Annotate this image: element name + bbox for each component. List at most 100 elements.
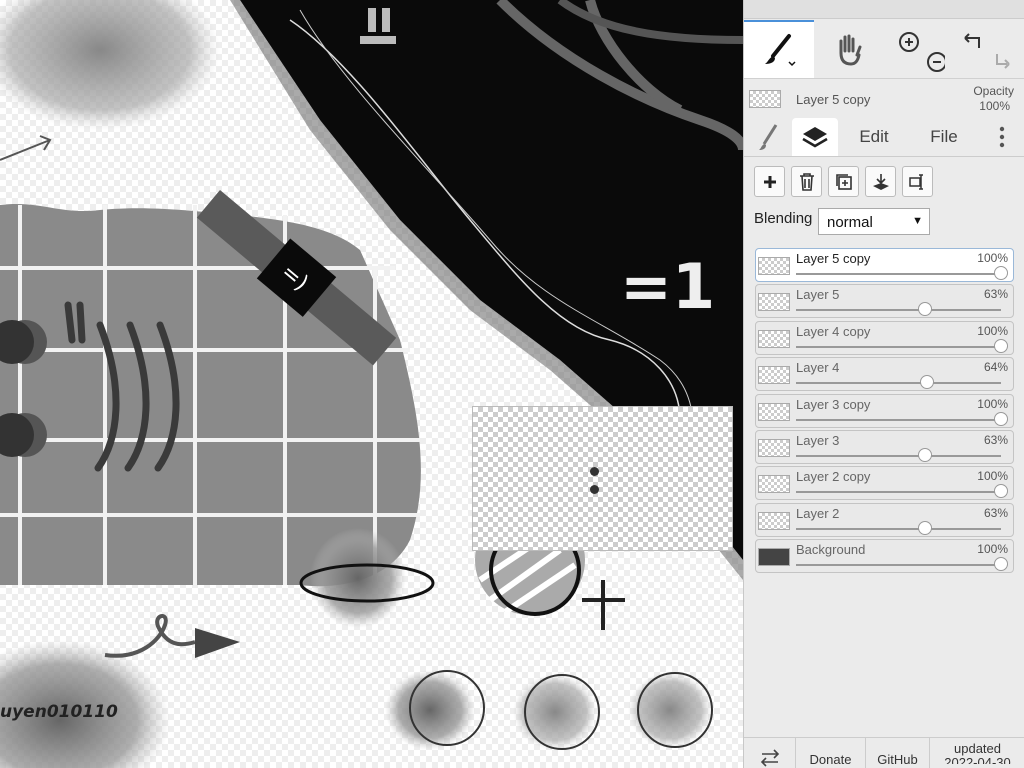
opacity-slider[interactable] xyxy=(796,375,1001,390)
layer-row[interactable]: Layer 2 63% xyxy=(755,502,1014,537)
layer-thumbnail xyxy=(758,257,790,275)
opacity-slider-handle[interactable] xyxy=(918,520,933,535)
opacity-slider[interactable] xyxy=(796,411,1008,426)
layer-row[interactable]: Layer 3 63% xyxy=(755,430,1014,464)
top-bar xyxy=(744,0,1024,19)
tool-bar xyxy=(744,20,1024,79)
opacity-slider-handle[interactable] xyxy=(994,338,1008,353)
updated-info: updated 2022-04-30 xyxy=(930,738,1024,768)
current-layer-thumbnail xyxy=(749,90,781,108)
layer-name: Background xyxy=(796,542,866,558)
brush-icon xyxy=(759,124,778,150)
layer-name: Layer 5 xyxy=(796,287,840,303)
undo-icon xyxy=(964,33,980,48)
layer-properties-button[interactable] xyxy=(902,166,933,197)
layer-thumbnail xyxy=(758,329,790,348)
opacity-slider[interactable] xyxy=(796,520,1001,535)
layer-opacity: 100% xyxy=(977,323,1008,338)
opacity-slider[interactable] xyxy=(796,266,1008,280)
hand-tool-button[interactable] xyxy=(814,20,884,78)
canvas-artwork: =1 =) xyxy=(0,0,743,768)
opacity-slider-handle[interactable] xyxy=(918,448,933,462)
updated-date: 2022-04-30 xyxy=(944,755,1011,764)
panel-tabs: Edit File xyxy=(744,118,1024,157)
merge-down-icon xyxy=(872,173,889,190)
preview-dot xyxy=(590,467,599,476)
layer-row[interactable]: Layer 5 copy 100% xyxy=(755,248,1014,282)
updated-label: updated xyxy=(954,740,1001,756)
tab-layers[interactable] xyxy=(792,118,838,156)
layer-row[interactable]: Layer 3 copy 100% xyxy=(755,393,1014,428)
layer-thumbnail xyxy=(758,548,790,567)
opacity-slider-handle[interactable] xyxy=(920,375,935,390)
undo-redo-controls xyxy=(950,20,1024,78)
tab-file[interactable]: File xyxy=(916,118,972,156)
more-menu-button[interactable] xyxy=(984,118,1020,156)
layer-opacity: 100% xyxy=(977,396,1008,411)
layer-thumbnail xyxy=(758,402,790,421)
opacity-slider-handle[interactable] xyxy=(994,557,1008,572)
layer-opacity: 64% xyxy=(983,360,1008,375)
layer-name: Layer 5 copy xyxy=(796,251,871,266)
rename-icon xyxy=(908,173,923,190)
layer-opacity: 63% xyxy=(983,433,1008,447)
hand-icon xyxy=(839,34,862,66)
tab-edit[interactable]: Edit xyxy=(848,118,900,156)
layer-thumbnail xyxy=(758,439,790,457)
more-vertical-icon xyxy=(999,126,1005,148)
layer-name: Layer 2 copy xyxy=(796,469,871,485)
add-layer-button[interactable] xyxy=(754,166,785,197)
opacity-slider[interactable] xyxy=(796,557,1008,572)
layer-row[interactable]: Layer 2 copy 100% xyxy=(755,466,1014,501)
preview-dot xyxy=(590,485,599,494)
chevron-down-icon: ▼ xyxy=(912,215,923,227)
opacity-slider-handle[interactable] xyxy=(994,411,1008,426)
swap-side-button[interactable] xyxy=(744,738,796,768)
side-panel: Layer 5 copy Opacity 100% Edit File Blen… xyxy=(743,0,1024,768)
opacity-slider-handle[interactable] xyxy=(994,484,1008,499)
layer-row[interactable]: Layer 5 63% xyxy=(755,284,1014,319)
opacity-slider-handle[interactable] xyxy=(994,266,1008,280)
layer-thumbnail xyxy=(758,511,790,530)
current-layer-name: Layer 5 copy xyxy=(796,92,871,107)
layer-opacity: 100% xyxy=(977,251,1008,265)
trash-icon xyxy=(799,172,814,191)
svg-text:=1: =1 xyxy=(620,250,715,323)
layer-row[interactable]: Layer 4 copy 100% xyxy=(755,320,1014,355)
zoom-in-icon xyxy=(899,32,919,52)
layer-thumbnail xyxy=(758,366,790,385)
brush-tool-button[interactable] xyxy=(744,20,814,78)
blending-select[interactable]: normal ▼ xyxy=(818,208,930,235)
footer: Donate GitHub updated 2022-04-30 xyxy=(744,737,1024,768)
blending-label: Blending xyxy=(754,210,813,227)
duplicate-layer-button[interactable] xyxy=(828,166,859,197)
layer-opacity: 100% xyxy=(977,542,1008,557)
github-link[interactable]: GitHub xyxy=(866,738,930,768)
blending-value: normal xyxy=(827,214,873,231)
tab-brush[interactable] xyxy=(748,118,788,156)
duplicate-icon xyxy=(835,173,852,190)
merge-down-button[interactable] xyxy=(865,166,896,197)
layer-name: Layer 2 xyxy=(796,505,840,521)
brush-icon xyxy=(765,34,796,67)
zoom-out-icon xyxy=(927,52,945,72)
layer-row[interactable]: Layer 4 64% xyxy=(755,357,1014,392)
layer-preview-overlay xyxy=(472,406,733,551)
drawing-canvas[interactable]: =1 =) uyen010110 xyxy=(0,0,743,768)
opacity-slider[interactable] xyxy=(796,484,1008,499)
delete-layer-button[interactable] xyxy=(791,166,822,197)
plus-icon xyxy=(763,175,776,188)
artist-signature: uyen010110 xyxy=(0,702,118,722)
opacity-label: Opacity xyxy=(973,84,1014,98)
opacity-slider[interactable] xyxy=(796,302,1001,317)
opacity-slider[interactable] xyxy=(796,448,1001,462)
layer-name: Layer 4 copy xyxy=(796,323,871,339)
layer-name: Layer 3 copy xyxy=(796,396,871,412)
donate-link[interactable]: Donate xyxy=(796,738,866,768)
redo-icon xyxy=(996,54,1010,69)
opacity-slider[interactable] xyxy=(796,338,1008,353)
layer-row[interactable]: Background 100% xyxy=(755,539,1014,574)
opacity-slider-handle[interactable] xyxy=(918,302,933,317)
layer-thumbnail xyxy=(758,475,790,494)
swap-arrows-icon xyxy=(760,749,779,767)
